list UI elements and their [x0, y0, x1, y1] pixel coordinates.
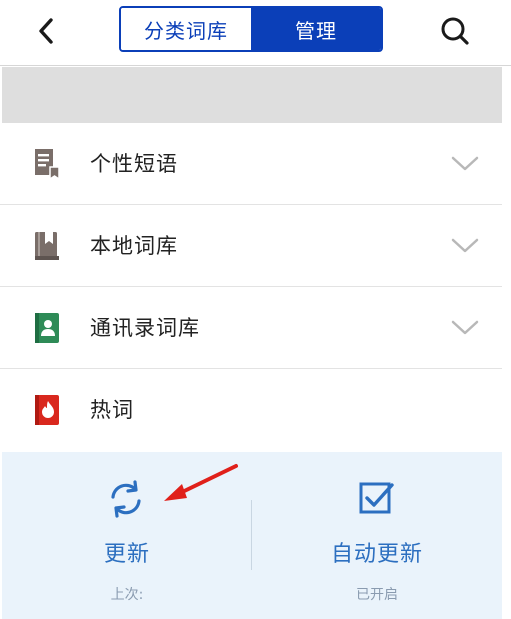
checkbox-checked-icon — [359, 482, 394, 514]
list-item-label: 通讯录词库 — [90, 316, 200, 340]
local-book-icon — [35, 232, 59, 260]
top-bar: 分类词库 管理 — [0, 0, 511, 66]
search-icon — [441, 17, 469, 45]
chevron-down-icon[interactable] — [451, 155, 479, 173]
list-item-hot-words[interactable]: 热词 — [0, 369, 502, 453]
update-panel: 更新 上次: 自动更新 已开启 — [2, 452, 502, 619]
list-item-label: 个性短语 — [90, 152, 178, 176]
auto-update-toggle[interactable]: 自动更新 已开启 — [252, 452, 502, 619]
tab-manage[interactable]: 管理 — [251, 8, 381, 50]
annotation-arrow-icon — [164, 464, 238, 501]
chevron-down-icon[interactable] — [451, 237, 479, 255]
refresh-icon — [111, 480, 141, 518]
chevron-down-icon[interactable] — [451, 319, 479, 337]
dictionary-list: 个性短语 本地词库 通讯录词库 热词 — [0, 123, 502, 453]
list-item-personal-phrases[interactable]: 个性短语 — [0, 123, 502, 205]
list-item-label: 热词 — [90, 398, 134, 422]
hot-words-icon — [35, 395, 59, 425]
phrase-book-icon — [35, 149, 60, 180]
auto-update-status: 已开启 — [356, 587, 398, 603]
list-item-contacts-dictionary[interactable]: 通讯录词库 — [0, 287, 502, 369]
chevron-left-icon — [39, 18, 53, 44]
update-label: 更新 — [103, 542, 150, 567]
last-update-text: 上次: — [110, 587, 144, 603]
tab-category-dictionary[interactable]: 分类词库 — [121, 8, 251, 50]
search-button[interactable] — [436, 12, 474, 50]
auto-update-label: 自动更新 — [330, 542, 423, 567]
list-item-local-dictionary[interactable]: 本地词库 — [0, 205, 502, 287]
segmented-tabs: 分类词库 管理 — [119, 6, 383, 52]
list-item-label: 本地词库 — [90, 234, 178, 258]
contacts-book-icon — [35, 313, 59, 343]
back-button[interactable] — [30, 14, 64, 48]
banner-placeholder — [2, 67, 502, 123]
